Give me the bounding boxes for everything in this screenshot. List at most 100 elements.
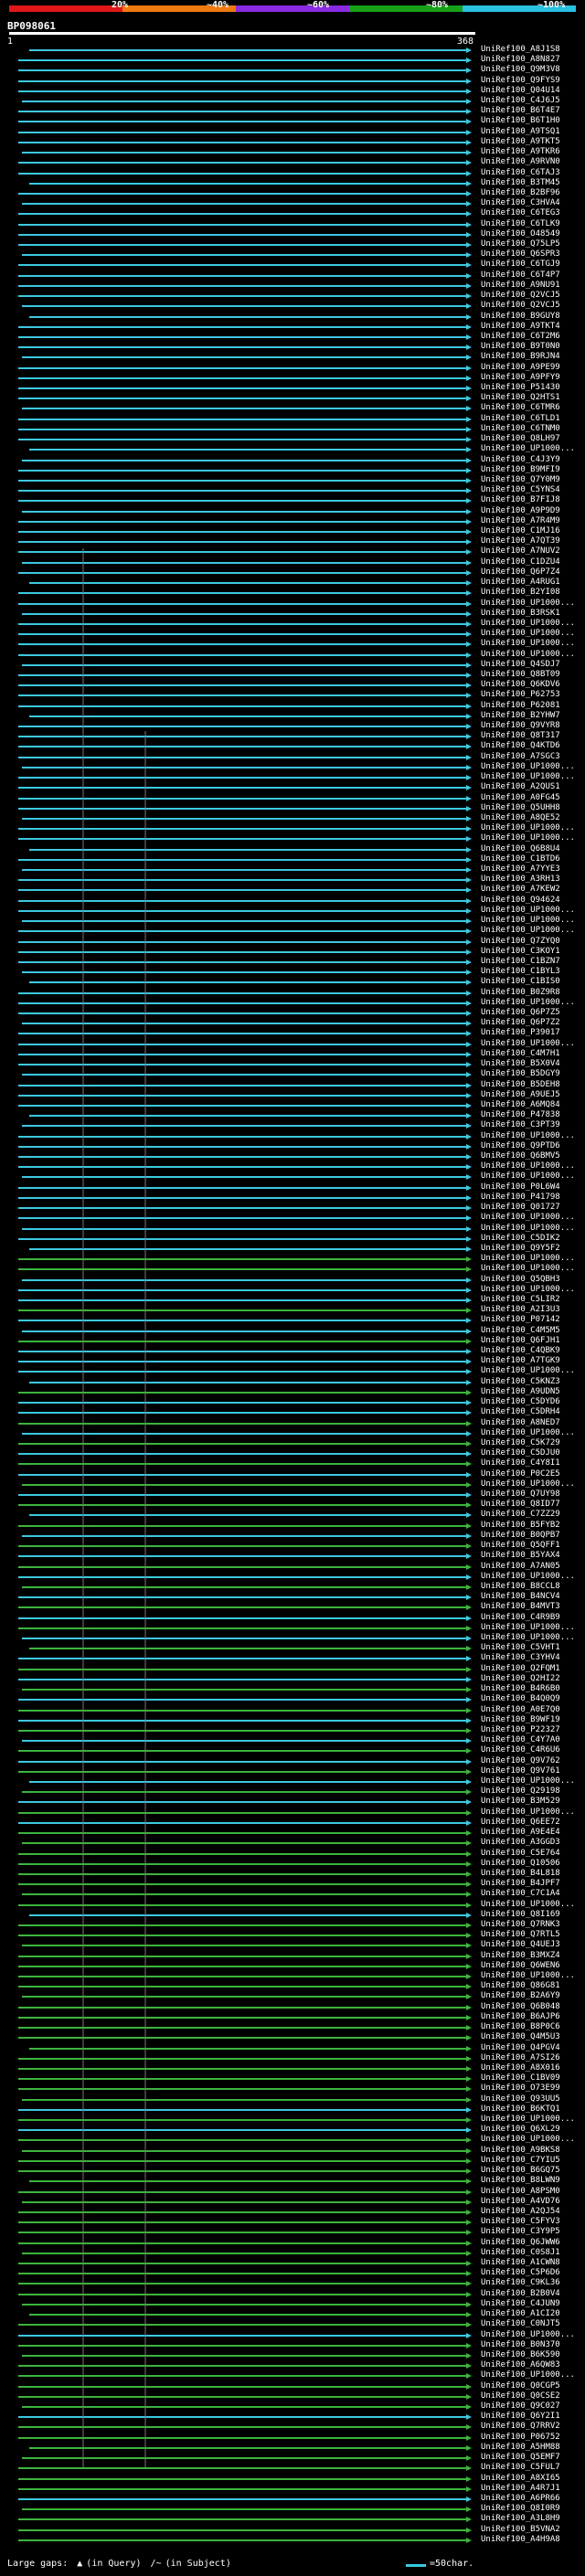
hit-label[interactable]: UniRef100_A9RVN0: [481, 158, 560, 166]
hit-label[interactable]: UniRef100_C7ZZ29: [481, 1511, 560, 1519]
hit-label[interactable]: UniRef100_C5FUL7: [481, 2464, 560, 2472]
hit-label[interactable]: UniRef100_Q6EE72: [481, 1818, 560, 1827]
hit-label[interactable]: UniRef100_A4RUG1: [481, 578, 560, 587]
hit-label[interactable]: UniRef100_UP1000...: [481, 1624, 575, 1632]
hit-label[interactable]: UniRef100_C5DYD6: [481, 1398, 560, 1406]
hit-label[interactable]: UniRef100_Q86G81: [481, 1982, 560, 1990]
hit-label[interactable]: UniRef100_Q8I0R9: [481, 2505, 560, 2513]
hit-label[interactable]: UniRef100_C3KOY1: [481, 948, 560, 956]
hit-label[interactable]: UniRef100_A6PR66: [481, 2495, 560, 2503]
hit-label[interactable]: UniRef100_UP1000...: [481, 1367, 575, 1375]
hit-label[interactable]: UniRef100_P47838: [481, 1111, 560, 1119]
hit-label[interactable]: UniRef100_C1BTD6: [481, 855, 560, 864]
hit-label[interactable]: UniRef100_A2QUS1: [481, 783, 560, 791]
hit-label[interactable]: UniRef100_B8P0C6: [481, 2023, 560, 2031]
hit-label[interactable]: UniRef100_P62081: [481, 702, 560, 710]
hit-label[interactable]: UniRef100_A9PE99: [481, 364, 560, 372]
hit-label[interactable]: UniRef100_A9P9D9: [481, 507, 560, 515]
hit-label[interactable]: UniRef100_Q6B8U4: [481, 845, 560, 853]
hit-label[interactable]: UniRef100_B3RSK1: [481, 610, 560, 618]
hit-label[interactable]: UniRef100_Q9Y5F2: [481, 1245, 560, 1253]
hit-label[interactable]: UniRef100_B5X0V4: [481, 1060, 560, 1068]
hit-label[interactable]: UniRef100_Q7ZYQ0: [481, 938, 560, 946]
hit-label[interactable]: UniRef100_Q7RRV2: [481, 2422, 560, 2431]
hit-label[interactable]: UniRef100_C6T4P7: [481, 271, 560, 280]
hit-label[interactable]: UniRef100_C6TAJ3: [481, 169, 560, 177]
hit-label[interactable]: UniRef100_C5KNZ3: [481, 1378, 560, 1386]
hit-label[interactable]: UniRef100_Q6P7Z4: [481, 568, 560, 577]
hit-label[interactable]: UniRef100_Q8I169: [481, 1911, 560, 1919]
hit-label[interactable]: UniRef100_A0E7Q0: [481, 1706, 560, 1714]
hit-label[interactable]: UniRef100_B4Q0Q9: [481, 1695, 560, 1703]
hit-label[interactable]: UniRef100_B8LWN9: [481, 2177, 560, 2185]
hit-label[interactable]: UniRef100_C7C1A4: [481, 1890, 560, 1898]
hit-label[interactable]: UniRef100_C1BV09: [481, 2074, 560, 2083]
hit-label[interactable]: UniRef100_A9UEJ5: [481, 1091, 560, 1099]
hit-label[interactable]: UniRef100_Q5EMF7: [481, 2454, 560, 2462]
hit-label[interactable]: UniRef100_A8X016: [481, 2064, 560, 2072]
hit-label[interactable]: UniRef100_C5LIR2: [481, 1296, 560, 1304]
hit-label[interactable]: UniRef100_UP1000...: [481, 445, 575, 453]
hit-label[interactable]: UniRef100_UP1000...: [481, 1224, 575, 1233]
hit-label[interactable]: UniRef100_Q04U14: [481, 87, 560, 95]
hit-label[interactable]: UniRef100_UP1000...: [481, 651, 575, 659]
hit-label[interactable]: UniRef100_Q29198: [481, 1787, 560, 1796]
hit-label[interactable]: UniRef100_C5DRH4: [481, 1408, 560, 1416]
hit-label[interactable]: UniRef100_P0L6W4: [481, 1183, 560, 1192]
hit-label[interactable]: UniRef100_A9PFY9: [481, 374, 560, 382]
hit-label[interactable]: UniRef100_C4R6U6: [481, 1746, 560, 1754]
hit-label[interactable]: UniRef100_Q2VCJ5: [481, 302, 560, 310]
hit-label[interactable]: UniRef100_B4NCV4: [481, 1593, 560, 1601]
hit-label[interactable]: UniRef100_C5YNS4: [481, 486, 560, 494]
hit-label[interactable]: UniRef100_C4J6J5: [481, 97, 560, 105]
hit-label[interactable]: UniRef100_UP1000...: [481, 640, 575, 648]
hit-label[interactable]: UniRef100_UP1000...: [481, 763, 575, 771]
hit-label[interactable]: UniRef100_C3HVA4: [481, 199, 560, 207]
hit-label[interactable]: UniRef100_UP1000...: [481, 1634, 575, 1642]
hit-label[interactable]: UniRef100_C0S8J1: [481, 2249, 560, 2257]
hit-label[interactable]: UniRef100_B5DEH8: [481, 1081, 560, 1089]
hit-label[interactable]: UniRef100_C5K729: [481, 1439, 560, 1447]
hit-label[interactable]: UniRef100_C5DJU0: [481, 1449, 560, 1458]
hit-label[interactable]: UniRef100_B2A6Y9: [481, 1992, 560, 2000]
hit-label[interactable]: UniRef100_Q6JWW6: [481, 2239, 560, 2247]
hit-label[interactable]: UniRef100_A8XI65: [481, 2475, 560, 2483]
hit-label[interactable]: UniRef100_A5HM88: [481, 2443, 560, 2452]
hit-label[interactable]: UniRef100_C3Y9P5: [481, 2228, 560, 2236]
hit-label[interactable]: UniRef100_Q8BT09: [481, 671, 560, 679]
hit-label[interactable]: UniRef100_B9RJN4: [481, 353, 560, 361]
hit-label[interactable]: UniRef100_Q5UHH8: [481, 804, 560, 812]
hit-label[interactable]: UniRef100_A9TKT4: [481, 323, 560, 331]
hit-label[interactable]: UniRef100_C5P6D6: [481, 2269, 560, 2277]
hit-label[interactable]: UniRef100_A6MQ84: [481, 1101, 560, 1109]
hit-label[interactable]: UniRef100_B2YHW7: [481, 712, 560, 720]
hit-label[interactable]: UniRef100_UP1000...: [481, 1573, 575, 1581]
hit-label[interactable]: UniRef100_Q5QBH3: [481, 1276, 560, 1284]
hit-label[interactable]: UniRef100_Q7UY98: [481, 1490, 560, 1499]
hit-label[interactable]: UniRef100_Q8LH97: [481, 435, 560, 443]
hit-label[interactable]: UniRef100_O48549: [481, 230, 560, 239]
hit-label[interactable]: UniRef100_P07142: [481, 1316, 560, 1324]
hit-label[interactable]: UniRef100_A7SI26: [481, 2054, 560, 2062]
hit-label[interactable]: UniRef100_UP1000...: [481, 1480, 575, 1489]
hit-label[interactable]: UniRef100_UP1000...: [481, 620, 575, 628]
hit-label[interactable]: UniRef100_B2YI08: [481, 588, 560, 597]
hit-label[interactable]: UniRef100_Q75LP5: [481, 240, 560, 249]
hit-label[interactable]: UniRef100_C4R9B9: [481, 1614, 560, 1622]
hit-label[interactable]: UniRef100_A7YYE3: [481, 865, 560, 874]
hit-label[interactable]: UniRef100_C6TGJ9: [481, 260, 560, 269]
hit-label[interactable]: UniRef100_A2I3U3: [481, 1306, 560, 1314]
hit-label[interactable]: UniRef100_C1BYL3: [481, 968, 560, 976]
hit-label[interactable]: UniRef100_B7FIJ8: [481, 496, 560, 504]
hit-label[interactable]: UniRef100_B0Z9R8: [481, 989, 560, 997]
hit-label[interactable]: UniRef100_C4QBK9: [481, 1347, 560, 1355]
hit-label[interactable]: UniRef100_UP1000...: [481, 927, 575, 935]
hit-label[interactable]: UniRef100_B8CCL8: [481, 1583, 560, 1591]
hit-label[interactable]: UniRef100_A3RH13: [481, 875, 560, 884]
hit-label[interactable]: UniRef100_Q0CGP5: [481, 2382, 560, 2390]
hit-label[interactable]: UniRef100_C4JUN9: [481, 2300, 560, 2308]
hit-label[interactable]: UniRef100_C1MJ16: [481, 527, 560, 535]
hit-label[interactable]: UniRef100_P0C2E5: [481, 1470, 560, 1479]
hit-label[interactable]: UniRef100_B3MXZ4: [481, 1952, 560, 1960]
hit-label[interactable]: UniRef100_A4R7J1: [481, 2485, 560, 2493]
